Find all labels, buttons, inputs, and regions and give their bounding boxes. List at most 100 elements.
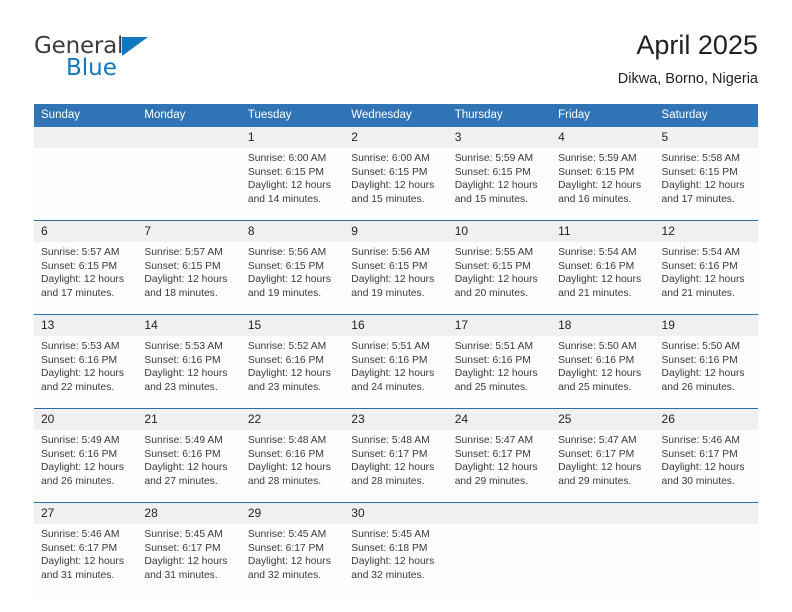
day-number-cell[interactable]: 14 bbox=[137, 314, 241, 336]
day-detail-cell[interactable]: Sunrise: 5:45 AM Sunset: 6:18 PM Daylight:… bbox=[344, 524, 448, 596]
day-detail-cell[interactable]: Sunrise: 5:46 AM Sunset: 6:17 PM Daylight:… bbox=[654, 430, 758, 503]
day-detail-cell[interactable]: Sunrise: 5:47 AM Sunset: 6:17 PM Daylight:… bbox=[551, 430, 655, 503]
day-detail-cell[interactable]: Sunrise: 5:51 AM Sunset: 6:16 PM Daylight:… bbox=[447, 336, 552, 409]
page-header: General Blue April 2025 Dikwa, Borno, Ni… bbox=[34, 28, 758, 98]
sunset-time: Sunset: 6:15 PM bbox=[661, 166, 738, 178]
day-number-cell[interactable]: 24 bbox=[447, 408, 552, 430]
day-number-cell[interactable]: 26 bbox=[654, 408, 758, 430]
brand-name-blue: Blue bbox=[66, 55, 117, 81]
day-detail-cell[interactable]: Sunrise: 5:47 AM Sunset: 6:17 PM Daylight:… bbox=[447, 430, 552, 503]
day-detail-cell[interactable]: Sunrise: 5:50 AM Sunset: 6:16 PM Daylight:… bbox=[654, 336, 758, 409]
day-detail-cell[interactable]: Sunrise: 5:48 AM Sunset: 6:16 PM Daylight:… bbox=[240, 430, 345, 503]
daylight-duration-line1: Daylight: 12 hours bbox=[454, 368, 538, 380]
sunset-time: Sunset: 6:15 PM bbox=[247, 260, 324, 272]
sunrise-time: Sunrise: 5:52 AM bbox=[247, 341, 327, 352]
sunrise-time: Sunrise: 5:51 AM bbox=[454, 341, 534, 352]
calendar-week-info-row: Sunrise: 5:46 AM Sunset: 6:17 PM Daylight:… bbox=[34, 524, 758, 596]
page-subtitle-location: Dikwa, Borno, Nigeria bbox=[617, 71, 758, 87]
daylight-duration-line2: and 28 minutes. bbox=[247, 475, 322, 487]
day-number-cell[interactable]: 13 bbox=[34, 314, 138, 336]
day-detail-cell[interactable]: Sunrise: 5:58 AM Sunset: 6:15 PM Daylight:… bbox=[654, 148, 758, 221]
day-number-cell[interactable]: 17 bbox=[447, 314, 552, 336]
daylight-duration-line2: and 18 minutes. bbox=[144, 287, 218, 299]
day-detail-cell[interactable]: Sunrise: 5:53 AM Sunset: 6:16 PM Daylight:… bbox=[34, 336, 138, 409]
day-detail-cell[interactable]: Sunrise: 5:46 AM Sunset: 6:17 PM Daylight:… bbox=[34, 524, 138, 596]
day-number-cell[interactable]: 18 bbox=[551, 314, 655, 336]
day-detail-cell[interactable]: Sunrise: 5:59 AM Sunset: 6:15 PM Daylight:… bbox=[447, 148, 552, 221]
day-number-cell[interactable]: 7 bbox=[137, 220, 241, 242]
day-detail-cell[interactable]: Sunrise: 5:56 AM Sunset: 6:15 PM Daylight:… bbox=[344, 242, 448, 315]
day-number-cell[interactable]: 19 bbox=[654, 314, 758, 336]
day-number-cell-empty bbox=[137, 127, 241, 148]
day-number-cell[interactable]: 2 bbox=[344, 127, 448, 148]
day-detail-cell[interactable]: Sunrise: 5:52 AM Sunset: 6:16 PM Daylight:… bbox=[240, 336, 345, 409]
sunrise-time: Sunrise: 5:49 AM bbox=[41, 435, 120, 446]
day-number-cell[interactable]: 10 bbox=[447, 220, 552, 242]
daylight-duration-line2: and 26 minutes. bbox=[661, 381, 735, 393]
calendar-header-row: Sunday Monday Tuesday Wednesday Thursday… bbox=[34, 104, 758, 127]
day-detail-cell[interactable]: Sunrise: 5:45 AM Sunset: 6:17 PM Daylight:… bbox=[240, 524, 345, 596]
sunrise-time: Sunrise: 5:58 AM bbox=[661, 153, 740, 164]
daylight-duration-line2: and 19 minutes. bbox=[351, 287, 425, 299]
day-detail-cell[interactable]: Sunrise: 5:54 AM Sunset: 6:16 PM Daylight:… bbox=[551, 242, 655, 315]
calendar-page: General Blue April 2025 Dikwa, Borno, Ni… bbox=[0, 0, 792, 612]
day-detail-cell[interactable]: Sunrise: 5:51 AM Sunset: 6:16 PM Daylight:… bbox=[344, 336, 448, 409]
page-title: April 2025 bbox=[636, 30, 758, 60]
day-number-cell[interactable]: 4 bbox=[551, 127, 655, 148]
day-number-cell[interactable]: 21 bbox=[137, 408, 241, 430]
sunset-time: Sunset: 6:15 PM bbox=[454, 166, 531, 178]
sunset-time: Sunset: 6:17 PM bbox=[41, 542, 118, 554]
day-detail-cell[interactable]: Sunrise: 5:50 AM Sunset: 6:16 PM Daylight:… bbox=[551, 336, 655, 409]
sunset-time: Sunset: 6:15 PM bbox=[144, 260, 221, 272]
daylight-duration-line1: Daylight: 12 hours bbox=[454, 462, 538, 474]
daylight-duration-line2: and 25 minutes. bbox=[558, 381, 632, 393]
day-number-cell[interactable]: 9 bbox=[344, 220, 448, 242]
day-number-cell[interactable]: 3 bbox=[447, 127, 552, 148]
sunset-time: Sunset: 6:17 PM bbox=[247, 542, 324, 554]
sunrise-time: Sunrise: 5:55 AM bbox=[454, 247, 534, 258]
calendar-week-info-row: Sunrise: 5:57 AM Sunset: 6:15 PM Daylight:… bbox=[34, 242, 758, 315]
daylight-duration-line2: and 29 minutes. bbox=[558, 475, 632, 487]
brand-triangle-icon bbox=[122, 37, 149, 56]
day-number-cell[interactable]: 11 bbox=[551, 220, 655, 242]
brand-logo[interactable]: General Blue bbox=[34, 34, 234, 90]
day-number-cell[interactable]: 6 bbox=[34, 220, 138, 242]
day-number-cell[interactable]: 22 bbox=[240, 408, 345, 430]
day-detail-cell[interactable]: Sunrise: 5:55 AM Sunset: 6:15 PM Daylight:… bbox=[447, 242, 552, 315]
day-detail-cell[interactable]: Sunrise: 5:57 AM Sunset: 6:15 PM Daylight:… bbox=[34, 242, 138, 315]
day-detail-cell[interactable]: Sunrise: 5:45 AM Sunset: 6:17 PM Daylight:… bbox=[137, 524, 241, 596]
sunrise-time: Sunrise: 5:51 AM bbox=[351, 341, 430, 352]
sunrise-time: Sunrise: 5:59 AM bbox=[454, 153, 534, 164]
day-number-cell[interactable]: 12 bbox=[654, 220, 758, 242]
day-detail-cell[interactable]: Sunrise: 5:57 AM Sunset: 6:15 PM Daylight:… bbox=[137, 242, 241, 315]
day-detail-cell[interactable]: Sunrise: 5:59 AM Sunset: 6:15 PM Daylight:… bbox=[551, 148, 655, 221]
day-detail-cell[interactable]: Sunrise: 5:56 AM Sunset: 6:15 PM Daylight:… bbox=[240, 242, 345, 315]
day-detail-cell[interactable]: Sunrise: 5:48 AM Sunset: 6:17 PM Daylight:… bbox=[344, 430, 448, 503]
sunrise-time: Sunrise: 5:46 AM bbox=[41, 529, 120, 540]
day-number-cell[interactable]: 28 bbox=[137, 502, 241, 524]
day-detail-cell[interactable]: Sunrise: 5:49 AM Sunset: 6:16 PM Daylight:… bbox=[34, 430, 138, 503]
day-detail-cell[interactable]: Sunrise: 5:49 AM Sunset: 6:16 PM Daylight:… bbox=[137, 430, 241, 503]
sunset-time: Sunset: 6:16 PM bbox=[351, 354, 428, 366]
sunset-time: Sunset: 6:15 PM bbox=[247, 166, 324, 178]
day-number-cell[interactable]: 5 bbox=[654, 127, 758, 148]
day-number-cell[interactable]: 8 bbox=[240, 220, 345, 242]
day-number-cell[interactable]: 16 bbox=[344, 314, 448, 336]
day-detail-cell[interactable]: Sunrise: 5:54 AM Sunset: 6:16 PM Daylight:… bbox=[654, 242, 758, 315]
day-detail-cell[interactable]: Sunrise: 6:00 AM Sunset: 6:15 PM Daylight:… bbox=[240, 148, 345, 221]
day-detail-cell[interactable]: Sunrise: 6:00 AM Sunset: 6:15 PM Daylight:… bbox=[344, 148, 448, 221]
day-detail-cell[interactable]: Sunrise: 5:53 AM Sunset: 6:16 PM Daylight:… bbox=[137, 336, 241, 409]
sunrise-time: Sunrise: 5:53 AM bbox=[144, 341, 223, 352]
daylight-duration-line2: and 31 minutes. bbox=[41, 569, 115, 581]
day-number-cell[interactable]: 29 bbox=[240, 502, 345, 524]
day-number-cell-empty bbox=[34, 127, 138, 148]
day-number-cell[interactable]: 27 bbox=[34, 502, 138, 524]
day-number-cell[interactable]: 30 bbox=[344, 502, 448, 524]
day-number-cell[interactable]: 15 bbox=[240, 314, 345, 336]
day-number-cell[interactable]: 25 bbox=[551, 408, 655, 430]
day-number-cell[interactable]: 1 bbox=[240, 127, 345, 148]
sunset-time: Sunset: 6:17 PM bbox=[558, 448, 635, 460]
daylight-duration-line1: Daylight: 12 hours bbox=[144, 556, 228, 568]
day-number-cell[interactable]: 23 bbox=[344, 408, 448, 430]
day-number-cell[interactable]: 20 bbox=[34, 408, 138, 430]
